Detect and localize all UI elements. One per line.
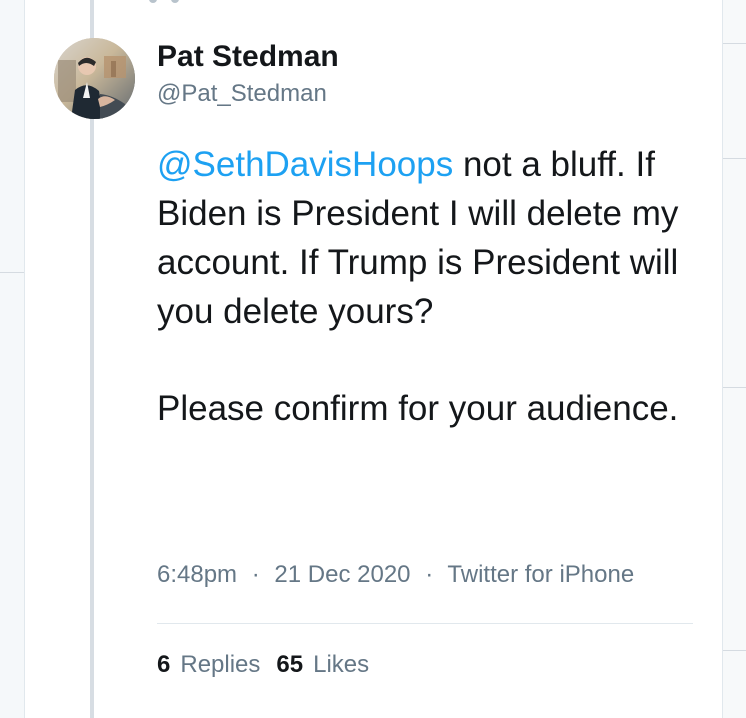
tweet-source[interactable]: Twitter for iPhone	[447, 561, 634, 588]
tweet-paragraph-2: Please confirm for your audience.	[157, 389, 679, 428]
likes-stat[interactable]: 65 Likes	[276, 650, 369, 680]
tweet-date[interactable]: 21 Dec 2020	[274, 561, 410, 588]
partial-dot-icon	[149, 0, 157, 3]
tweet-card[interactable]: Pat Stedman @Pat_Stedman @SethDavisHoops…	[24, 0, 723, 718]
likes-label: Likes	[313, 651, 370, 678]
tweet-paragraph-1: @SethDavisHoops not a bluff. If Biden is…	[157, 140, 697, 336]
meta-separator: ·	[425, 561, 434, 588]
replies-label: Replies	[180, 651, 261, 678]
tweet-time[interactable]: 6:48pm	[157, 561, 237, 588]
tweet-meta: 6:48pm · 21 Dec 2020 · Twitter for iPhon…	[157, 560, 634, 590]
author-name[interactable]: Pat Stedman	[157, 40, 339, 74]
right-background-panel	[723, 0, 746, 718]
author-handle[interactable]: @Pat_Stedman	[157, 80, 339, 108]
tweet-text: @SethDavisHoops not a bluff. If Biden is…	[157, 140, 697, 433]
likes-count: 65	[276, 651, 304, 678]
meta-separator: ·	[251, 561, 260, 588]
left-background-strip	[0, 0, 24, 718]
author-block: Pat Stedman @Pat_Stedman	[157, 40, 339, 108]
mention-link[interactable]: @SethDavisHoops	[157, 145, 453, 184]
cropped-top-fragment	[149, 0, 179, 8]
profile-photo-icon	[54, 38, 135, 119]
tweet-stats: 6 Replies 65 Likes	[157, 650, 369, 680]
partial-dot-icon	[171, 0, 179, 3]
replies-stat[interactable]: 6 Replies	[157, 650, 260, 680]
replies-count: 6	[157, 651, 171, 678]
avatar[interactable]	[54, 38, 135, 119]
stats-divider	[157, 623, 693, 624]
